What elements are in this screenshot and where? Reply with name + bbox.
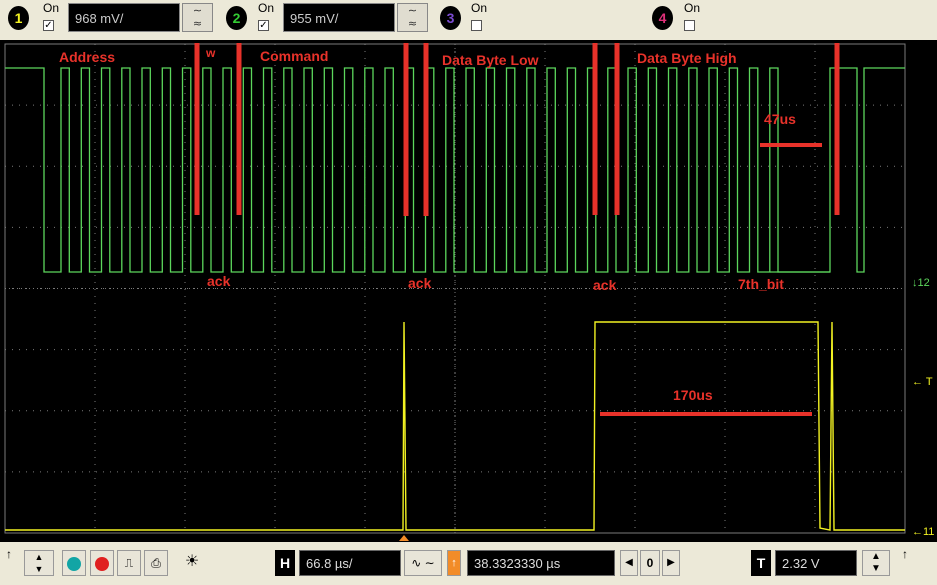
channel-2-coupling-spinner[interactable]: ∼ ≈ — [397, 3, 428, 32]
timebase-toolbar: ↑ ▲ ▼ ⎍ ⎙ ☀ H 66.8 µs/ ∿ ∼ ↑ 38.3323330 µ… — [0, 542, 937, 585]
channel-2-scale-field[interactable]: 955 mV/ — [283, 3, 395, 32]
waveform-canvas — [4, 43, 906, 541]
delay-reference-icon: ↑ — [447, 550, 461, 576]
channel-1-badge[interactable]: 1 — [8, 6, 29, 30]
scroll-up-arrow-icon[interactable]: ↑ — [2, 546, 16, 564]
channel-3-on-label: On — [471, 1, 488, 15]
print-button[interactable]: ⎙ — [144, 550, 168, 576]
arrow-up-icon: ▲ — [871, 551, 881, 562]
channel-2-badge[interactable]: 2 — [226, 6, 247, 30]
fine-adjust-icon: ∿ ∼ — [411, 556, 435, 570]
annotation-data-byte-low: Data Byte Low — [442, 52, 539, 68]
trigger-level-field[interactable]: 2.32 V — [775, 550, 857, 576]
channel-4-badge[interactable]: 4 — [652, 6, 673, 30]
waveform-display[interactable]: Address w Command Data Byte Low Data Byt… — [0, 40, 937, 542]
channel-2-on-checkbox[interactable]: ✓ — [258, 20, 269, 31]
trigger-position-marker — [399, 535, 409, 541]
channel-1-marker-label: 11 — [923, 526, 935, 538]
channel-1-waveform — [5, 321, 905, 531]
annotation-ack-3: ack — [593, 277, 617, 293]
single-button[interactable]: ⎍ — [117, 550, 141, 576]
channel-2-marker-label: 12 — [917, 277, 930, 289]
delay-zero-button[interactable]: 0 — [640, 550, 660, 576]
ac-coupling-icon: ∼ — [407, 4, 418, 17]
annotation-7th-bit: 7th_bit — [738, 276, 784, 292]
run-icon — [67, 556, 81, 571]
annotation-command: Command — [260, 48, 329, 64]
annotation-170us: 170us — [673, 387, 713, 403]
annotation-write: w — [206, 46, 216, 60]
channel-1-on-label: On — [43, 1, 60, 15]
trigger-level-spinner[interactable]: ▲ ▼ — [862, 550, 890, 576]
triangle-right-icon: ▶ — [667, 557, 675, 568]
annotation-marks — [194, 43, 840, 541]
channel-3-on-checkbox[interactable] — [471, 20, 482, 31]
channel-4-on-checkbox[interactable] — [684, 20, 695, 31]
timebase-field[interactable]: 66.8 µs/ — [299, 550, 401, 576]
arrow-down-icon: ▼ — [871, 563, 881, 574]
trigger-label: T — [751, 550, 771, 576]
delay-left-button[interactable]: ◀ — [620, 550, 638, 576]
channel-1-ground-marker[interactable]: ←11 — [912, 526, 934, 538]
triangle-left-icon: ◀ — [625, 557, 633, 568]
single-shot-icon: ⎍ — [124, 556, 134, 570]
channel-1-scale-field[interactable]: 968 mV/ — [68, 3, 180, 32]
annotation-ack-1: ack — [207, 273, 231, 289]
channel-1-coupling-spinner[interactable]: ∼ ≈ — [182, 3, 213, 32]
horizontal-updown-spinner[interactable]: ▲ ▼ — [24, 550, 54, 576]
channel-4-on-label: On — [684, 1, 701, 15]
delay-field[interactable]: 38.3323330 µs — [467, 550, 615, 576]
dc-coupling-icon: ≈ — [407, 17, 418, 30]
trigger-marker-label: T — [925, 376, 933, 388]
annotation-47us: 47us — [764, 111, 796, 127]
horizontal-label: H — [275, 550, 295, 576]
stop-icon — [95, 556, 109, 571]
channel-1-on-checkbox[interactable]: ✓ — [43, 20, 54, 31]
run-button[interactable] — [62, 550, 86, 576]
sun-icon: ☀ — [184, 553, 200, 570]
annotation-ack-2: ack — [408, 275, 432, 291]
stop-button[interactable] — [90, 550, 114, 576]
channel-2-on-label: On — [258, 1, 275, 15]
channel-3-badge[interactable]: 3 — [440, 6, 461, 30]
ac-coupling-icon: ∼ — [192, 4, 203, 17]
printer-icon: ⎙ — [151, 556, 161, 570]
channel-toolbar: 1 On ✓ 968 mV/ ∼ ≈ 2 On ✓ 955 mV/ ∼ ≈ 3 On… — [0, 0, 937, 40]
timebase-fine-button[interactable]: ∿ ∼ — [404, 550, 442, 576]
channel-1-trace — [5, 321, 905, 531]
scroll-up-arrow-icon-right[interactable]: ↑ — [898, 546, 912, 564]
display-brightness-button[interactable]: ☀ — [178, 550, 206, 576]
annotation-data-byte-high: Data Byte High — [637, 50, 737, 66]
trigger-level-marker[interactable]: ← T — [912, 376, 933, 388]
channel-2-ground-marker[interactable]: ↓12 — [912, 277, 930, 289]
dc-coupling-icon: ≈ — [192, 17, 203, 30]
annotation-address: Address — [59, 49, 116, 65]
delay-right-button[interactable]: ▶ — [662, 550, 680, 576]
